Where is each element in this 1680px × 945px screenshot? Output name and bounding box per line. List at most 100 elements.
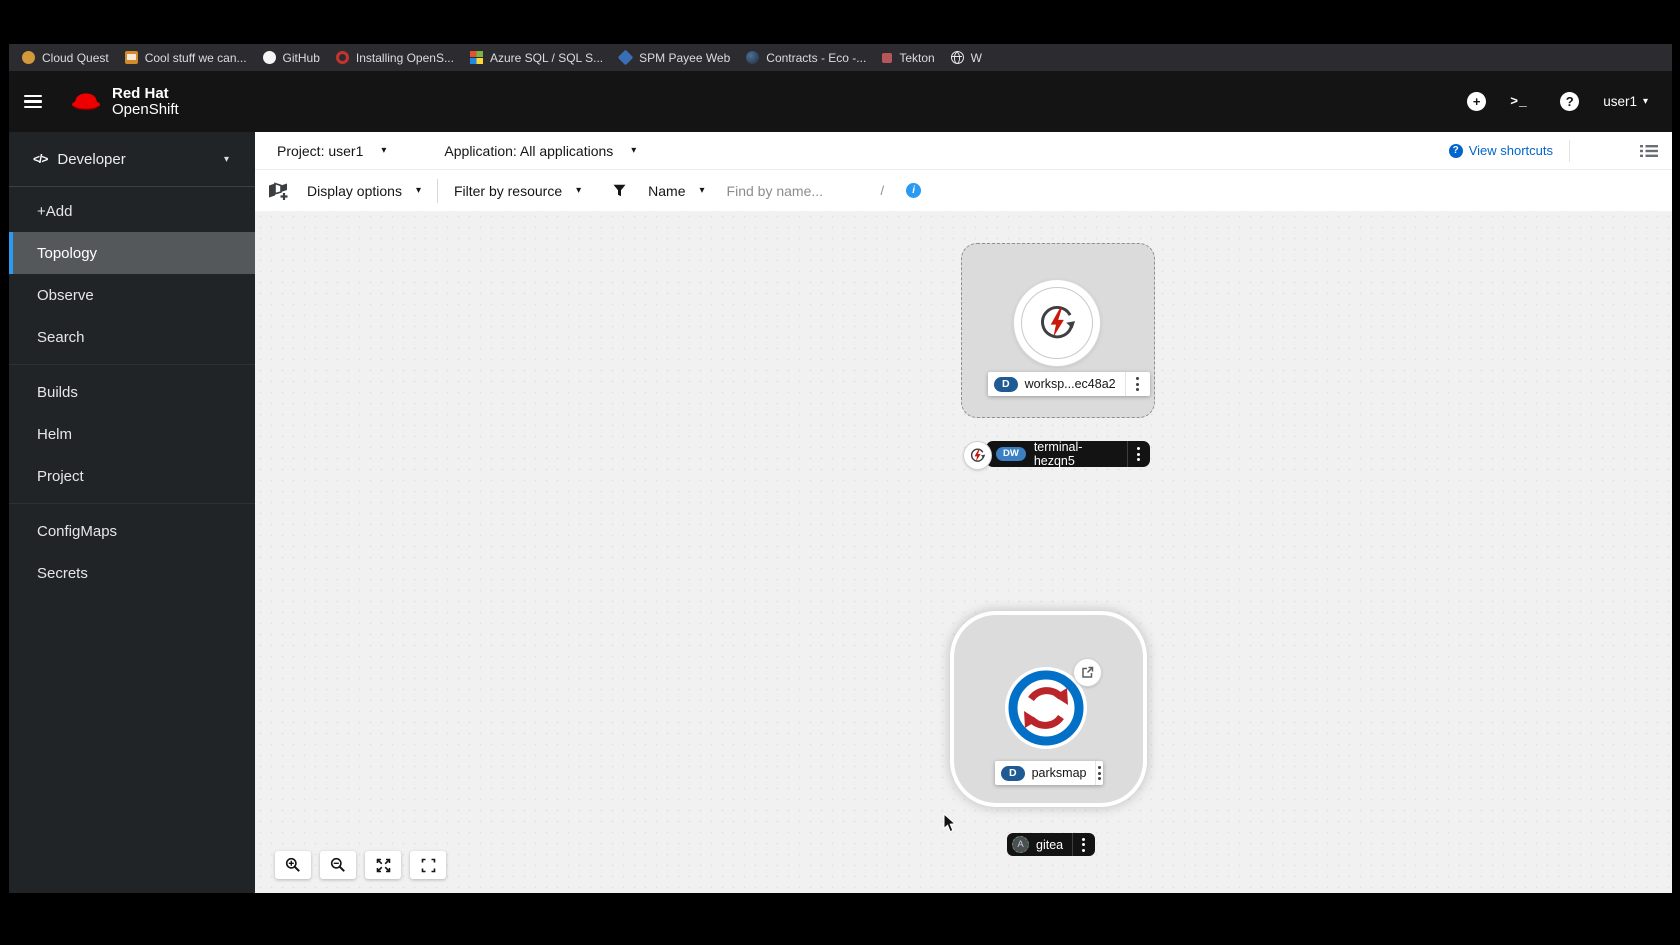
info-icon[interactable]: i	[906, 183, 922, 198]
bookmark-label: Cool stuff we can...	[144, 50, 247, 65]
find-by-name-input[interactable]	[726, 182, 855, 199]
brand-line2: OpenShift	[112, 100, 179, 118]
workspace-node-label[interactable]: D worksp...ec48a2	[988, 372, 1150, 396]
open-url-decorator[interactable]	[1074, 659, 1101, 686]
terminal-decorator[interactable]	[964, 442, 991, 469]
spm-icon	[617, 49, 634, 66]
menu-toggle-icon[interactable]	[24, 95, 42, 108]
sidebar-item-topology[interactable]: Topology	[9, 232, 255, 274]
parksmap-kebab-menu[interactable]	[1096, 761, 1103, 785]
terminal-node-name: terminal-hezqn5	[1033, 440, 1083, 468]
globe-icon	[950, 51, 964, 64]
code-icon: </>	[33, 152, 48, 166]
filter-by-resource-dropdown[interactable]: Filter by resource ▾	[454, 183, 581, 199]
chevron-down-icon: ▾	[1642, 96, 1648, 107]
redhat-openshift-logo[interactable]: Red Hat OpenShift	[69, 85, 179, 118]
sidebar-divider	[9, 364, 255, 365]
import-plus-icon[interactable]: +	[1467, 92, 1487, 111]
filter-funnel-icon	[613, 184, 626, 197]
terminal-node-label[interactable]: DW terminal-hezqn5	[986, 440, 1150, 468]
question-circle-icon: ?	[1448, 143, 1463, 158]
chevron-down-icon: ▾	[576, 185, 582, 196]
display-options-dropdown[interactable]: Display options ▾	[307, 183, 421, 199]
zoom-in-icon	[285, 857, 300, 872]
user-menu[interactable]: user1 ▾	[1603, 94, 1648, 109]
gitea-node-label[interactable]: A gitea	[1007, 833, 1095, 856]
microsoft-grid-icon	[469, 51, 483, 64]
devworkspace-icon	[970, 448, 986, 462]
bookmark-installing-openshift[interactable]: Installing OpenS...	[335, 50, 454, 65]
filter-by-resource-label: Filter by resource	[453, 182, 563, 199]
application-dropdown-label: Application: All applications	[444, 142, 614, 159]
sidebar-item-project[interactable]: Project	[9, 455, 255, 497]
reset-view-button[interactable]	[410, 851, 446, 879]
bookmark-contracts[interactable]: Contracts - Eco -...	[746, 51, 866, 65]
sidebar-item-helm[interactable]: Helm	[9, 413, 255, 455]
bookmark-label: Cloud Quest	[42, 50, 109, 65]
gitea-kebab-menu[interactable]	[1073, 833, 1093, 856]
terminal-kebab-menu[interactable]	[1128, 441, 1150, 467]
deployment-badge: D	[994, 376, 1018, 392]
sidebar-item-configmaps[interactable]: ConfigMaps	[9, 510, 255, 552]
workspace-node-name: worksp...ec48a2	[1024, 377, 1116, 391]
workspace-kebab-menu[interactable]	[1126, 372, 1150, 396]
openshift-icon	[335, 51, 349, 64]
frame-brackets-icon	[421, 858, 435, 872]
sidebar-item-add[interactable]: +Add	[9, 190, 255, 232]
view-shortcuts-link[interactable]: ? View shortcuts	[1448, 143, 1553, 158]
help-icon[interactable]: ?	[1560, 92, 1580, 111]
parksmap-node-label[interactable]: D parksmap	[995, 761, 1103, 785]
workspace-node[interactable]	[1014, 280, 1100, 366]
bookmark-azure-sql[interactable]: Azure SQL / SQL S...	[469, 51, 603, 65]
bookmark-label: GitHub	[282, 50, 320, 65]
sidebar-item-builds[interactable]: Builds	[9, 371, 255, 413]
application-dropdown[interactable]: Application: All applications ▾	[444, 143, 636, 159]
name-filter-dropdown[interactable]: Name ▾	[613, 183, 705, 199]
bookmark-spm-payee[interactable]: SPM Payee Web	[617, 49, 730, 66]
redhat-fedora-icon	[72, 93, 100, 110]
bookmark-w[interactable]: W	[950, 50, 982, 65]
browser-bookmarks-bar: Cloud Quest Cool stuff we can... GitHub …	[9, 44, 1672, 71]
perspective-label: Developer	[57, 150, 126, 168]
application-badge: A	[1012, 836, 1029, 853]
perspective-switcher[interactable]: </> Developer ▾	[9, 132, 255, 187]
bookmark-label: W	[970, 50, 982, 65]
chevron-down-icon: ▾	[381, 145, 387, 156]
zoom-in-button[interactable]	[275, 851, 311, 879]
openshift-masthead: Red Hat OpenShift + >_ ? user1 ▾	[9, 71, 1672, 132]
project-dropdown-label: Project: user1	[277, 142, 364, 159]
chevron-down-icon: ▾	[631, 145, 637, 156]
web-terminal-icon[interactable]: >_	[1510, 94, 1536, 109]
bookmark-label: Tekton	[899, 50, 935, 65]
globe-dark-icon	[746, 51, 760, 64]
parksmap-node-name: parksmap	[1031, 766, 1087, 780]
devworkspace-badge: DW	[996, 447, 1026, 461]
topology-canvas[interactable]: D worksp...ec48a2 DW terminal-hezqn5 D p…	[255, 211, 1672, 893]
bookmark-label: Installing OpenS...	[355, 50, 454, 65]
project-dropdown[interactable]: Project: user1 ▾	[277, 143, 386, 159]
expand-arrows-icon	[376, 858, 390, 872]
project-context-bar: Project: user1 ▾ Application: All applic…	[255, 132, 1672, 170]
list-view-toggle-icon[interactable]	[1640, 144, 1658, 158]
screen: Cloud Quest Cool stuff we can... GitHub …	[0, 0, 1680, 945]
username: user1	[1603, 94, 1637, 109]
slash-shortcut-hint: /	[880, 183, 885, 198]
export-application-icon[interactable]	[267, 181, 293, 201]
zoom-out-button[interactable]	[320, 851, 356, 879]
bookmark-label: Contracts - Eco -...	[766, 50, 867, 65]
bookmark-cloud-quest[interactable]: Cloud Quest	[22, 51, 109, 65]
bookmark-cool-stuff[interactable]: Cool stuff we can...	[124, 50, 247, 65]
toolbar-divider	[1569, 139, 1570, 162]
sidebar-item-search[interactable]: Search	[9, 316, 255, 358]
view-shortcuts-label: View shortcuts	[1468, 143, 1553, 158]
bookmark-github[interactable]: GitHub	[262, 50, 320, 65]
sidebar-item-observe[interactable]: Observe	[9, 274, 255, 316]
deployment-badge: D	[1001, 765, 1025, 781]
sidebar-item-secrets[interactable]: Secrets	[9, 552, 255, 594]
zoom-out-icon	[330, 857, 345, 872]
chevron-down-icon: ▾	[699, 185, 705, 196]
cloud-quest-icon	[22, 51, 35, 64]
chevron-down-icon: ▾	[223, 153, 229, 165]
fit-to-screen-button[interactable]	[365, 851, 401, 879]
bookmark-tekton[interactable]: Tekton	[882, 50, 935, 65]
